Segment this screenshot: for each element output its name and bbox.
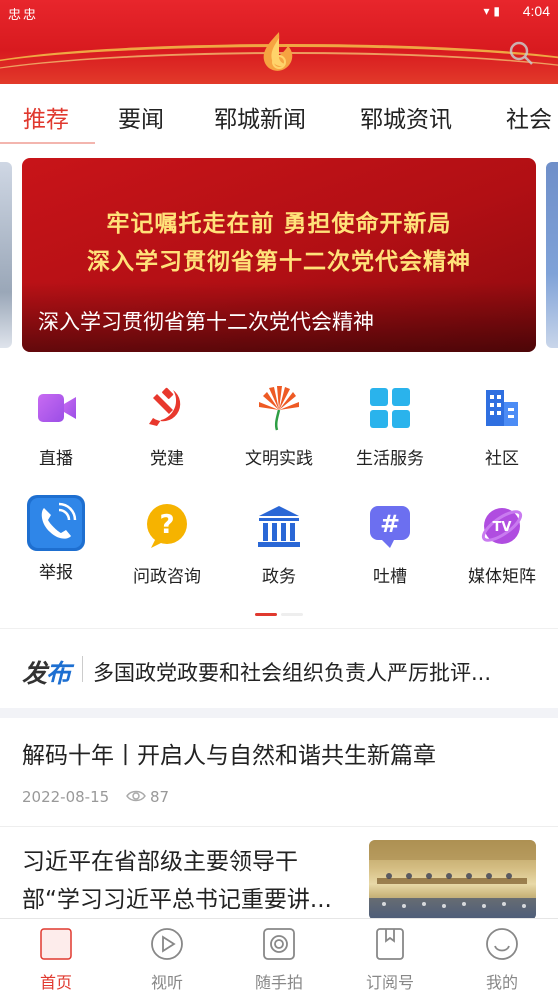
nav-label: 首页	[39, 973, 72, 992]
smile-icon	[486, 928, 518, 960]
ticker-brand-a: 发	[22, 659, 47, 688]
grid-item-life-service[interactable]: 生活服务	[340, 384, 440, 469]
grid-item-community[interactable]: 社区	[452, 384, 552, 469]
bottom-nav: 首页 视听 随手拍 订阅号 我的	[0, 918, 558, 992]
party-emblem-icon	[149, 387, 181, 426]
grid-item-label: 媒体矩阵	[468, 567, 536, 587]
grid-item-label: 社区	[485, 449, 519, 469]
eye-icon	[126, 790, 146, 802]
grid-item-government[interactable]: 政务	[229, 502, 329, 587]
ticker-separator	[82, 656, 83, 682]
banner-headline: 牢记嘱托走在前 勇担使命开新局	[106, 211, 452, 237]
government-icon	[258, 506, 300, 547]
page-dot	[281, 613, 303, 616]
article-date: 2022-08-15	[22, 788, 110, 806]
civilization-icon	[259, 386, 299, 431]
grid-item-label: 生活服务	[356, 449, 424, 469]
status-bar: 忠忠 ▾ ▮ 4:04	[0, 0, 558, 24]
svg-text:#: #	[380, 510, 400, 538]
article-thumbnail[interactable]	[369, 840, 536, 920]
hashtag-icon: #	[370, 506, 410, 548]
banner-carousel[interactable]: 牢记嘱托走在前 勇担使命开新局 深入学习贯彻省第十二次党代会精神 深入学习贯彻省…	[0, 158, 558, 352]
question-icon: ?	[147, 504, 187, 548]
article-title[interactable]: 习近平在省部级主要领导干 部“学习习近平总书记重要讲...	[22, 843, 362, 919]
grid-item-label: 文明实践	[245, 449, 313, 469]
signal-battery-icon: ▾ ▮	[483, 4, 500, 18]
tv-icon: TV	[481, 508, 523, 544]
tab-society[interactable]: 社会	[506, 100, 552, 134]
article-title-line: 部“学习习近平总书记重要讲...	[22, 887, 332, 913]
grid-item-label: 问政咨询	[133, 567, 201, 587]
active-tab-indicator	[0, 142, 95, 144]
home-icon	[40, 928, 72, 960]
nav-label: 订阅号	[365, 973, 414, 992]
banner-next-slide[interactable]	[546, 162, 558, 348]
grid-icon	[370, 388, 410, 428]
article-title-line: 习近平在省部级主要领导干	[22, 849, 298, 875]
status-left-icons: 忠忠	[8, 8, 39, 23]
phone-icon	[27, 495, 85, 551]
banner-subheadline: 深入学习贯彻省第十二次党代会精神	[87, 249, 471, 275]
article-title[interactable]: 解码十年丨开启人与自然和谐共生新篇章	[22, 736, 436, 770]
grid-item-label: 举报	[39, 563, 73, 583]
banner-caption-overlay: 深入学习贯彻省第十二次党代会精神	[22, 282, 536, 352]
meeting-photo-icon	[369, 840, 536, 920]
grid-item-media-matrix[interactable]: TV 媒体矩阵	[452, 502, 552, 587]
ticker-headline[interactable]: 多国政党政要和社会组织负责人严厉批评...	[93, 657, 538, 687]
bookmark-icon	[376, 928, 404, 960]
nav-label: 视听	[150, 973, 183, 992]
nav-subscription[interactable]: 订阅号	[340, 927, 440, 993]
search-icon[interactable]	[506, 38, 536, 68]
nav-snapshot[interactable]: 随手拍	[229, 927, 329, 993]
grid-item-complaint[interactable]: # 吐槽	[340, 502, 440, 587]
tab-recommend[interactable]: 推荐	[23, 100, 69, 134]
nav-profile[interactable]: 我的	[452, 927, 552, 993]
nav-home[interactable]: 首页	[6, 927, 106, 993]
divider	[0, 826, 558, 827]
nav-label: 随手拍	[254, 973, 303, 992]
article-views: 87	[150, 788, 170, 806]
nav-label: 我的	[485, 973, 518, 992]
list-item[interactable]: 解码十年丨开启人与自然和谐共生新篇章 2022-08-15 87	[0, 718, 558, 826]
svg-text:?: ?	[159, 510, 174, 540]
camera-icon	[263, 928, 295, 960]
page-dot-active	[255, 613, 277, 616]
status-time: 4:04	[522, 3, 550, 19]
grid-item-report[interactable]: 举报	[6, 495, 106, 583]
video-icon	[38, 394, 76, 422]
app-logo-icon	[263, 32, 293, 71]
grid-item-party[interactable]: 党建	[117, 384, 217, 469]
building-icon	[486, 390, 518, 426]
banner-caption: 深入学习贯彻省第十二次党代会精神	[38, 310, 374, 334]
grid-item-civilization[interactable]: 文明实践	[229, 384, 329, 469]
section-separator	[0, 708, 558, 718]
channel-tabs: 推荐 要闻 郓城新闻 郓城资讯 社会	[0, 84, 558, 144]
ticker-brand: 发布	[22, 654, 71, 690]
tab-headlines[interactable]: 要闻	[118, 100, 164, 134]
ticker-brand-b: 布	[46, 659, 71, 688]
play-icon	[151, 928, 183, 960]
svg-text:TV: TV	[493, 520, 512, 535]
nav-video[interactable]: 视听	[117, 927, 217, 993]
grid-page-indicator	[255, 613, 305, 617]
grid-item-label: 吐槽	[373, 567, 407, 587]
app-header: 忠忠 ▾ ▮ 4:04	[0, 0, 558, 84]
news-ticker[interactable]: 发布 多国政党政要和社会组织负责人严厉批评...	[0, 640, 558, 700]
grid-item-label: 政务	[262, 567, 296, 587]
tab-local-info[interactable]: 郓城资讯	[360, 100, 452, 134]
grid-item-label: 党建	[150, 449, 184, 469]
grid-item-consult[interactable]: ? 问政咨询	[117, 502, 217, 587]
banner-prev-slide[interactable]	[0, 162, 12, 348]
tab-local-news[interactable]: 郓城新闻	[214, 100, 306, 134]
divider	[0, 628, 558, 629]
banner-slide[interactable]: 牢记嘱托走在前 勇担使命开新局 深入学习贯彻省第十二次党代会精神 深入学习贯彻省…	[22, 158, 536, 352]
grid-item-live[interactable]: 直播	[6, 384, 106, 469]
grid-item-label: 直播	[39, 449, 73, 469]
